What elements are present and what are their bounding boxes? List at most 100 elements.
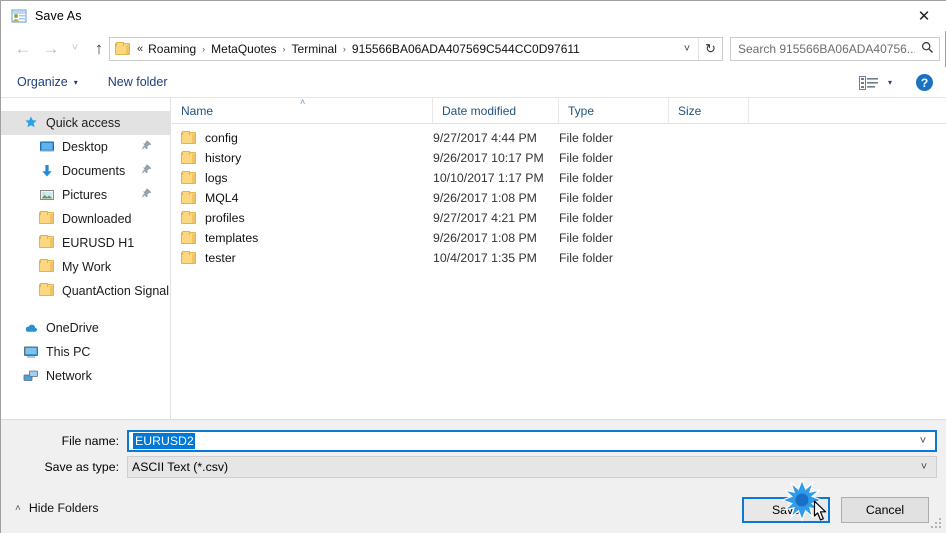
breadcrumb-terminal-id[interactable]: 915566BA06ADA407569C544CC0D97611 — [349, 42, 583, 56]
file-date: 10/4/2017 1:35 PM — [433, 251, 537, 265]
breadcrumb-metaquotes[interactable]: MetaQuotes — [208, 42, 279, 56]
view-dropdown-icon[interactable]: ▾ — [888, 78, 892, 87]
documents-icon — [39, 163, 55, 179]
star-icon — [23, 115, 39, 131]
sidebar-label: EURUSD H1 — [62, 236, 135, 250]
breadcrumb-roaming[interactable]: Roaming — [145, 42, 199, 56]
search-input[interactable]: Search 915566BA06ADA40756... — [738, 42, 915, 56]
file-type: File folder — [559, 151, 613, 165]
row-name-cell[interactable]: logs — [172, 171, 433, 185]
sidebar-item-documents[interactable]: Documents — [1, 159, 170, 183]
table-row[interactable]: config 9/27/2017 4:44 PM File folder — [172, 128, 946, 148]
address-bar[interactable]: « Roaming › MetaQuotes › Terminal › 9155… — [109, 37, 723, 61]
folder-icon — [181, 131, 197, 145]
folder-icon — [39, 211, 55, 227]
hide-folders-label: Hide Folders — [28, 501, 99, 515]
chevron-right-icon: › — [202, 44, 206, 54]
column-header-name[interactable]: Name ˄ — [172, 97, 433, 124]
command-bar: Organize ▾ New folder ▾ ? — [1, 67, 946, 98]
row-name-cell[interactable]: config — [172, 131, 433, 145]
sidebar-item-downloaded[interactable]: Downloaded — [1, 207, 170, 231]
folder-icon — [39, 235, 55, 251]
breadcrumb-terminal[interactable]: Terminal — [289, 42, 340, 56]
file-date: 10/10/2017 1:17 PM — [433, 171, 544, 185]
row-name-cell[interactable]: templates — [172, 231, 433, 245]
sidebar-item-my-work[interactable]: My Work — [1, 255, 170, 279]
column-header-type[interactable]: Type — [559, 97, 669, 124]
sidebar-item-pictures[interactable]: Pictures — [1, 183, 170, 207]
new-folder-button[interactable]: New folder — [108, 67, 168, 97]
table-row[interactable]: templates 9/26/2017 1:08 PM File folder — [172, 228, 946, 248]
command-bar-right: ▾ ? — [858, 67, 946, 98]
cancel-button[interactable]: Cancel — [841, 497, 929, 523]
column-header-date-modified[interactable]: Date modified — [433, 97, 559, 124]
column-header-size[interactable]: Size — [669, 97, 749, 124]
file-name-input[interactable]: EURUSD2 ˅ — [127, 430, 937, 452]
resize-grip[interactable] — [931, 518, 944, 531]
organize-button[interactable]: Organize ▾ — [17, 67, 78, 97]
hide-folders-button[interactable]: ˄ Hide Folders — [15, 501, 99, 515]
save-form: File name: EURUSD2 ˅ Save as type: ASCII… — [1, 419, 946, 489]
forward-button[interactable]: → — [37, 34, 65, 64]
file-type: File folder — [559, 211, 613, 225]
sidebar-label: Pictures — [62, 188, 108, 202]
folder-icon — [181, 191, 197, 205]
file-name-label: File name: — [61, 434, 119, 448]
chevron-down-icon[interactable]: ˅ — [912, 457, 936, 477]
save-as-type-value: ASCII Text (*.csv) — [132, 460, 229, 474]
onedrive-icon — [23, 320, 39, 336]
sidebar-item-eurusd-h1[interactable]: EURUSD H1 — [1, 231, 170, 255]
sidebar-item-onedrive[interactable]: OneDrive — [1, 316, 170, 340]
save-as-dialog: Save As ✕ ← → ˅ ↑ « Roaming › MetaQuotes… — [0, 0, 946, 533]
pin-icon[interactable] — [141, 188, 152, 202]
sidebar-item-network[interactable]: Network — [1, 364, 170, 388]
column-header-label: Name — [181, 103, 214, 118]
sidebar-item-this-pc[interactable]: This PC — [1, 340, 170, 364]
thispc-icon — [23, 344, 39, 360]
table-row[interactable]: history 9/26/2017 10:17 PM File folder — [172, 148, 946, 168]
file-type: File folder — [559, 131, 613, 145]
table-row[interactable]: MQL4 9/26/2017 1:08 PM File folder — [172, 188, 946, 208]
file-type: File folder — [559, 191, 613, 205]
row-name-cell[interactable]: history — [172, 151, 433, 165]
recent-locations-button[interactable]: ˅ — [65, 34, 85, 64]
sidebar-item-quantaction-signal[interactable]: QuantAction Signal — [1, 279, 170, 303]
navigation-pane: Quick access Desktop Documents Pictures … — [1, 98, 171, 419]
file-name: tester — [205, 251, 236, 265]
folder-icon — [39, 259, 55, 275]
file-name: history — [205, 151, 242, 165]
row-name-cell[interactable]: tester — [172, 251, 433, 265]
folder-icon — [115, 42, 131, 56]
save-button[interactable]: Save — [742, 497, 830, 523]
chevron-right-icon: › — [282, 44, 286, 54]
sidebar-item-quick-access[interactable]: Quick access — [1, 111, 170, 135]
row-name-cell[interactable]: MQL4 — [172, 191, 433, 205]
folder-icon — [181, 231, 197, 245]
chevron-down-icon[interactable]: ˅ — [911, 432, 935, 450]
pin-icon[interactable] — [141, 164, 152, 178]
table-row[interactable]: profiles 9/27/2017 4:21 PM File folder — [172, 208, 946, 228]
table-row[interactable]: tester 10/4/2017 1:35 PM File folder — [172, 248, 946, 268]
file-date: 9/26/2017 1:08 PM — [433, 231, 537, 245]
file-type: File folder — [559, 171, 613, 185]
help-button[interactable]: ? — [916, 74, 933, 91]
search-box[interactable]: Search 915566BA06ADA40756... — [730, 37, 940, 61]
sidebar-label: Quick access — [46, 116, 121, 130]
breadcrumb-overflow[interactable]: « — [135, 43, 145, 55]
file-name: config — [205, 131, 238, 145]
close-icon[interactable]: ✕ — [901, 1, 946, 31]
row-name-cell[interactable]: profiles — [172, 211, 433, 225]
view-layout-icon[interactable] — [858, 75, 879, 90]
pin-icon[interactable] — [141, 140, 152, 154]
sidebar-item-desktop[interactable]: Desktop — [1, 135, 170, 159]
table-row[interactable]: logs 10/10/2017 1:17 PM File folder — [172, 168, 946, 188]
back-button[interactable]: ← — [9, 34, 37, 64]
file-name: templates — [205, 231, 259, 245]
sidebar-label: Downloaded — [62, 212, 132, 226]
refresh-icon[interactable]: ↻ — [698, 38, 722, 60]
save-as-type-select[interactable]: ASCII Text (*.csv) ˅ — [127, 456, 937, 478]
sidebar-label: My Work — [62, 260, 112, 274]
folder-icon — [181, 171, 197, 185]
save-as-type-label: Save as type: — [44, 460, 119, 474]
address-dropdown-icon[interactable]: ˅ — [676, 38, 698, 60]
